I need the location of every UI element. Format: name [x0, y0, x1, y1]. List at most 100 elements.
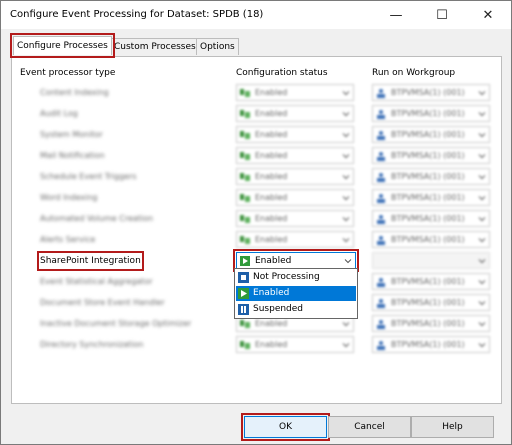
tab-custom-processes[interactable]: Custom Processes	[110, 38, 200, 55]
status-icon	[240, 130, 250, 140]
status-dropdown-list[interactable]: Not Processing Enabled Suspended	[234, 268, 358, 319]
option-label: Enabled	[253, 288, 290, 298]
process-label: Schedule Event Triggers	[40, 172, 137, 181]
maximize-button[interactable]: ☐	[419, 1, 465, 29]
workgroup-value: BTPVMSA(1) (001)	[391, 277, 465, 286]
chevron-down-icon[interactable]	[342, 194, 350, 202]
chevron-down-icon[interactable]	[342, 89, 350, 97]
chevron-down-icon[interactable]	[478, 236, 486, 244]
chevron-down-icon[interactable]	[478, 299, 486, 307]
chevron-down-icon[interactable]	[478, 89, 486, 97]
chevron-down-icon[interactable]	[478, 152, 486, 160]
chevron-down-icon[interactable]	[478, 110, 486, 118]
dialog-window: Configure Event Processing for Dataset: …	[0, 0, 512, 445]
option-label: Not Processing	[253, 272, 320, 282]
workgroup-icon	[376, 193, 386, 203]
workgroup-value: BTPVMSA(1) (001)	[391, 193, 465, 202]
close-button[interactable]: ✕	[465, 1, 511, 29]
cancel-button[interactable]: Cancel	[328, 416, 411, 438]
chevron-down-icon[interactable]	[478, 341, 486, 349]
ok-button[interactable]: OK	[241, 413, 330, 441]
status-value: Enabled	[255, 214, 288, 223]
workgroup-value: BTPVMSA(1) (001)	[391, 235, 465, 244]
workgroup-combo[interactable]	[372, 252, 490, 269]
status-icon	[240, 256, 250, 266]
tab-options[interactable]: Options	[196, 38, 239, 55]
chevron-down-icon[interactable]	[342, 236, 350, 244]
workgroup-icon	[376, 319, 386, 329]
workgroup-icon	[376, 340, 386, 350]
workgroup-combo[interactable]: BTPVMSA(1) (001)	[372, 84, 490, 101]
workgroup-icon	[376, 277, 386, 287]
chevron-down-icon[interactable]	[344, 257, 352, 265]
chevron-down-icon[interactable]	[342, 110, 350, 118]
workgroup-icon	[376, 88, 386, 98]
workgroup-value: BTPVMSA(1) (001)	[391, 172, 465, 181]
status-value: Enabled	[255, 130, 288, 139]
chevron-down-icon[interactable]	[342, 152, 350, 160]
workgroup-combo[interactable]: BTPVMSA(1) (001)	[372, 294, 490, 311]
chevron-down-icon[interactable]	[342, 173, 350, 181]
process-label: Event Statistical Aggregator	[40, 277, 153, 286]
status-combo[interactable]: Enabled	[236, 168, 354, 185]
column-header-status: Configuration status	[236, 68, 328, 78]
option-enabled[interactable]: Enabled	[236, 286, 356, 301]
workgroup-value: BTPVMSA(1) (001)	[391, 319, 465, 328]
window-title: Configure Event Processing for Dataset: …	[10, 9, 264, 20]
workgroup-combo[interactable]: BTPVMSA(1) (001)	[372, 336, 490, 353]
chevron-down-icon[interactable]	[478, 278, 486, 286]
process-label: Directory Synchronization	[40, 340, 144, 349]
workgroup-icon	[376, 130, 386, 140]
workgroup-value: BTPVMSA(1) (001)	[391, 214, 465, 223]
process-label: Automated Volume Creation	[40, 214, 154, 223]
workgroup-combo[interactable]: BTPVMSA(1) (001)	[372, 189, 490, 206]
status-combo[interactable]: Enabled	[233, 249, 359, 272]
workgroup-combo[interactable]: BTPVMSA(1) (001)	[372, 231, 490, 248]
workgroup-combo[interactable]: BTPVMSA(1) (001)	[372, 126, 490, 143]
workgroup-value: BTPVMSA(1) (001)	[391, 340, 465, 349]
tab-configure-processes[interactable]: Configure Processes	[10, 33, 115, 58]
workgroup-combo[interactable]: BTPVMSA(1) (001)	[372, 105, 490, 122]
status-combo[interactable]: Enabled	[236, 189, 354, 206]
chevron-down-icon[interactable]	[478, 257, 486, 265]
chevron-down-icon[interactable]	[342, 320, 350, 328]
chevron-down-icon[interactable]	[478, 215, 486, 223]
process-label: Content Indexing	[40, 88, 109, 97]
workgroup-combo[interactable]: BTPVMSA(1) (001)	[372, 273, 490, 290]
option-suspended[interactable]: Suspended	[236, 302, 356, 317]
workgroup-icon	[376, 298, 386, 308]
process-label: Inactive Document Storage Optimizer	[40, 319, 192, 328]
status-combo[interactable]: Enabled	[236, 147, 354, 164]
help-button[interactable]: Help	[411, 416, 494, 438]
chevron-down-icon[interactable]	[478, 131, 486, 139]
status-combo[interactable]: Enabled	[236, 126, 354, 143]
status-combo[interactable]: Enabled	[236, 336, 354, 353]
status-combo[interactable]: Enabled	[236, 210, 354, 227]
chevron-down-icon[interactable]	[342, 215, 350, 223]
status-value: Enabled	[255, 109, 288, 118]
status-combo[interactable]: Enabled	[236, 231, 354, 248]
chevron-down-icon[interactable]	[342, 131, 350, 139]
process-label: Alerts Service	[40, 235, 96, 244]
workgroup-combo[interactable]: BTPVMSA(1) (001)	[372, 210, 490, 227]
option-not-processing[interactable]: Not Processing	[236, 270, 356, 285]
process-label: Audit Log	[40, 109, 78, 118]
workgroup-combo[interactable]: BTPVMSA(1) (001)	[372, 168, 490, 185]
chevron-down-icon[interactable]	[478, 320, 486, 328]
option-label: Suspended	[253, 304, 304, 314]
minimize-button[interactable]: —	[373, 1, 419, 29]
status-value: Enabled	[255, 88, 288, 97]
workgroup-combo[interactable]: BTPVMSA(1) (001)	[372, 147, 490, 164]
workgroup-icon	[376, 151, 386, 161]
enabled-icon	[238, 288, 249, 299]
status-value: Enabled	[255, 319, 288, 328]
status-combo[interactable]: Enabled	[236, 84, 354, 101]
chevron-down-icon[interactable]	[478, 173, 486, 181]
workgroup-combo[interactable]: BTPVMSA(1) (001)	[372, 315, 490, 332]
status-icon	[240, 109, 250, 119]
chevron-down-icon[interactable]	[342, 341, 350, 349]
chevron-down-icon[interactable]	[478, 194, 486, 202]
process-label: Document Store Event Handler	[40, 298, 165, 307]
status-icon	[240, 235, 250, 245]
status-combo[interactable]: Enabled	[236, 105, 354, 122]
